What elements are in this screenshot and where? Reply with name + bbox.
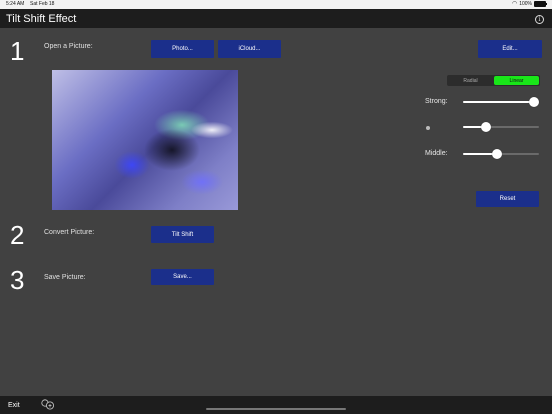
picture-preview xyxy=(52,70,238,210)
battery-icon xyxy=(534,1,547,7)
status-date: Sat Feb 18 xyxy=(30,1,55,7)
icloud-button[interactable]: iCloud... xyxy=(218,40,281,58)
mode-segmented-control[interactable]: Radial Linear xyxy=(447,75,540,86)
strong-slider[interactable] xyxy=(463,97,539,107)
open-picture-label: Open a Picture: xyxy=(44,43,93,50)
photo-button[interactable]: Photo... xyxy=(151,40,214,58)
battery-percent: 100% xyxy=(519,1,532,7)
reset-button[interactable]: Reset xyxy=(476,191,539,207)
page-title: Tilt Shift Effect xyxy=(6,13,77,25)
step-number-2: 2 xyxy=(10,220,25,250)
nav-bar: Tilt Shift Effect i xyxy=(0,9,552,28)
status-time: 5:24 AM xyxy=(6,1,25,7)
slider-thumb[interactable] xyxy=(492,149,503,159)
step-number-1: 1 xyxy=(10,36,25,66)
dot-icon xyxy=(426,126,430,130)
save-button[interactable]: Save... xyxy=(151,269,214,285)
step-number-3: 3 xyxy=(10,265,25,295)
segment-linear[interactable]: Linear xyxy=(494,76,539,85)
save-picture-label: Save Picture: xyxy=(44,274,86,281)
convert-picture-label: Convert Picture: xyxy=(44,229,95,236)
translate-icon[interactable] xyxy=(40,399,56,410)
segment-radial[interactable]: Radial xyxy=(448,76,493,85)
blur-slider[interactable] xyxy=(463,122,539,132)
tilt-shift-button[interactable]: Tilt Shift xyxy=(151,226,214,243)
info-circle-icon[interactable]: i xyxy=(535,15,544,24)
status-right: ◠ 100% xyxy=(511,1,547,7)
exit-button[interactable]: Exit xyxy=(8,402,20,409)
status-bar: 5:24 AM Sat Feb 18 ◠ 100% xyxy=(0,0,552,9)
edit-button[interactable]: Edit... xyxy=(478,40,542,58)
middle-slider[interactable] xyxy=(463,149,539,159)
middle-label: Middle: xyxy=(425,150,448,157)
home-indicator xyxy=(206,408,346,410)
slider-thumb[interactable] xyxy=(480,122,491,132)
bottom-toolbar: Exit xyxy=(0,396,552,414)
slider-thumb[interactable] xyxy=(528,97,539,107)
wifi-icon: ◠ xyxy=(511,1,518,7)
strong-label: Strong: xyxy=(425,98,448,105)
